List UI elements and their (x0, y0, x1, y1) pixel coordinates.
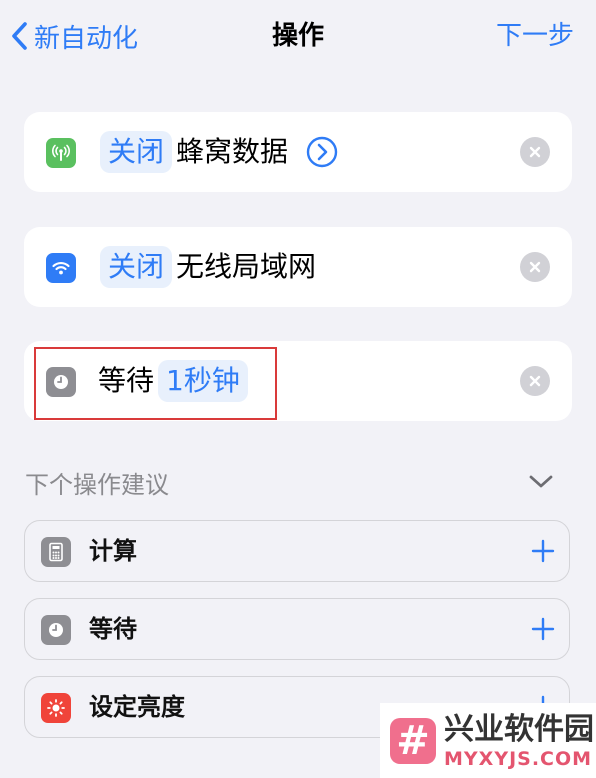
watermark-name: 兴业软件园 (444, 712, 594, 747)
close-icon (529, 261, 541, 273)
close-icon (529, 375, 541, 387)
add-icon[interactable] (531, 539, 555, 567)
action-card-wifi[interactable]: 关闭 无线局域网 (24, 227, 572, 307)
suggestion-item-calculate[interactable]: 计算 (24, 520, 570, 582)
add-icon[interactable] (531, 617, 555, 645)
calculator-icon (41, 537, 71, 567)
watermark: # 兴业软件园 MYXYJS.COM (380, 703, 596, 778)
suggestion-item-wait[interactable]: 等待 (24, 598, 570, 660)
highlight-box (34, 347, 277, 420)
action-content: 关闭 蜂窝数据 (100, 131, 338, 173)
close-icon (529, 146, 541, 158)
cellular-icon (46, 138, 76, 168)
watermark-logo: # (390, 718, 436, 764)
chevron-down-icon[interactable] (528, 474, 554, 494)
action-parameter-off[interactable]: 关闭 (100, 246, 173, 288)
wifi-icon (46, 253, 76, 283)
action-card-cellular[interactable]: 关闭 蜂窝数据 (24, 112, 572, 192)
suggestion-label: 等待 (89, 615, 137, 643)
action-content: 关闭 无线局域网 (100, 246, 316, 288)
remove-action-button[interactable] (520, 366, 550, 396)
watermark-domain: MYXYJS.COM (444, 748, 593, 770)
suggestions-header: 下个操作建议 (25, 471, 169, 499)
action-label: 蜂窝数据 (176, 135, 289, 168)
suggestion-label: 设定亮度 (89, 693, 185, 721)
remove-action-button[interactable] (520, 252, 550, 282)
remove-action-button[interactable] (520, 137, 550, 167)
chevron-right-circle-icon[interactable] (306, 136, 338, 168)
brightness-icon (41, 693, 71, 723)
clock-icon (41, 615, 71, 645)
next-button[interactable]: 下一步 (496, 18, 574, 54)
navigation-bar: 新自动化 操作 下一步 (0, 0, 596, 72)
action-label: 无线局域网 (176, 250, 317, 283)
action-parameter-off[interactable]: 关闭 (100, 131, 173, 173)
suggestion-label: 计算 (89, 537, 137, 565)
